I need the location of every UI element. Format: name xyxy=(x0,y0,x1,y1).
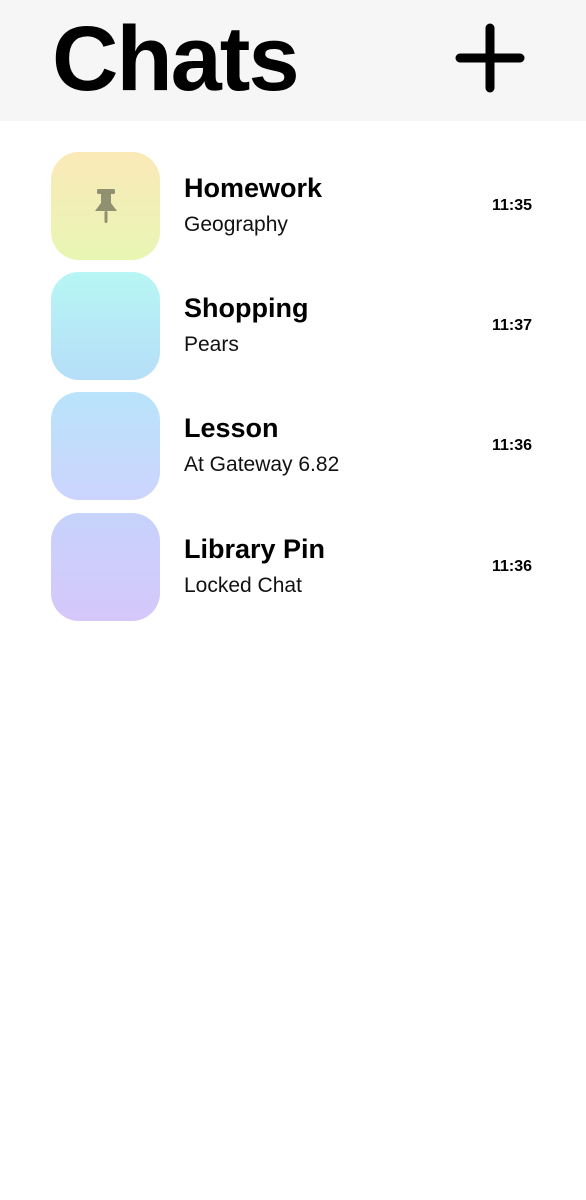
chat-item-lesson[interactable]: Lesson At Gateway 6.82 11:36 xyxy=(0,361,586,500)
header-bar: Chats xyxy=(0,0,586,121)
chat-name: Homework xyxy=(184,173,323,203)
chat-item-shopping[interactable]: Shopping Pears 11:37 xyxy=(0,241,586,380)
chat-preview: Geography xyxy=(184,213,288,236)
page-title: Chats xyxy=(52,8,300,110)
chat-time: 11:35 xyxy=(491,197,532,214)
chat-name: Library Pin xyxy=(184,534,326,564)
chat-preview: At Gateway 6.82 xyxy=(184,453,340,476)
chat-preview: Locked Chat xyxy=(184,574,302,597)
chat-name: Lesson xyxy=(184,413,279,443)
chat-avatar xyxy=(51,513,160,621)
chat-item-homework[interactable]: Homework Geography 11:35 xyxy=(0,121,586,260)
new-chat-button[interactable] xyxy=(452,20,528,96)
chat-time: 11:36 xyxy=(491,558,532,575)
chat-preview: Pears xyxy=(184,333,239,356)
chat-name: Shopping xyxy=(184,293,309,323)
plus-icon xyxy=(455,23,525,93)
chat-item-library-pin[interactable]: Library Pin Locked Chat 11:36 xyxy=(0,482,586,621)
chat-time: 11:36 xyxy=(491,437,532,454)
chat-time: 11:37 xyxy=(491,317,532,334)
pin-icon xyxy=(91,187,121,225)
